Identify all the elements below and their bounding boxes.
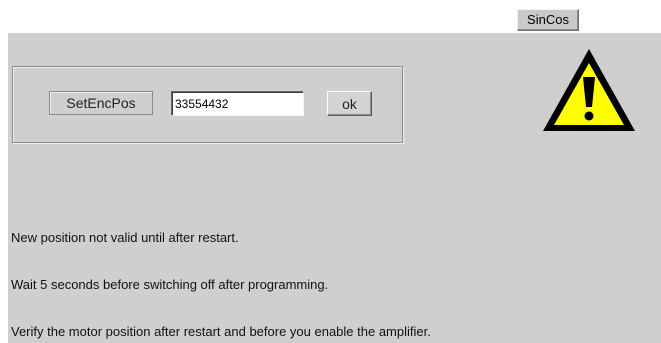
warning-triangle-icon (543, 49, 635, 131)
main-panel: SetEncPos ok New position not valid unti… (8, 33, 661, 343)
encoder-position-input[interactable] (171, 91, 304, 116)
ok-button[interactable]: ok (327, 91, 372, 116)
restart-notice-text: New position not valid until after resta… (11, 230, 239, 245)
verify-notice-text: Verify the motor position after restart … (11, 324, 431, 339)
tab-sincos[interactable]: SinCos (517, 9, 579, 31)
wait-notice-text: Wait 5 seconds before switching off afte… (11, 277, 329, 292)
set-enc-pos-label: SetEncPos (49, 91, 153, 115)
